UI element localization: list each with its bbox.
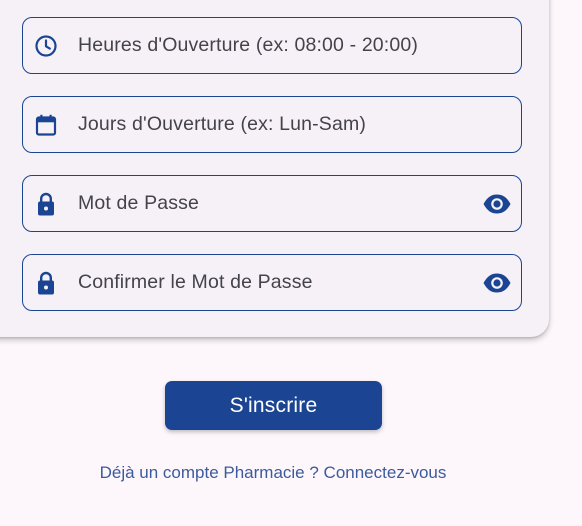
confirm-password-field[interactable]: Confirmer le Mot de Passe	[22, 254, 522, 311]
opening-hours-label: Heures d'Ouverture (ex: 08:00 - 20:00)	[78, 34, 419, 56]
opening-days-field[interactable]: Jours d'Ouverture (ex: Lun-Sam)	[22, 96, 522, 153]
eye-icon[interactable]	[482, 192, 512, 216]
register-button[interactable]: S'inscrire	[165, 381, 382, 430]
lock-icon	[34, 192, 58, 216]
password-field[interactable]: Mot de Passe	[22, 175, 522, 232]
registration-page: Heures d'Ouverture (ex: 08:00 - 20:00) J…	[0, 0, 582, 526]
opening-days-label: Jours d'Ouverture (ex: Lun-Sam)	[78, 113, 366, 135]
login-link[interactable]: Déjà un compte Pharmacie ? Connectez-vou…	[0, 463, 546, 483]
opening-hours-field[interactable]: Heures d'Ouverture (ex: 08:00 - 20:00)	[22, 17, 522, 74]
lock-icon	[34, 271, 58, 295]
eye-icon[interactable]	[482, 271, 512, 295]
calendar-icon	[34, 113, 58, 137]
password-label: Mot de Passe	[78, 192, 200, 214]
clock-icon	[34, 34, 58, 58]
confirm-password-label: Confirmer le Mot de Passe	[78, 271, 313, 293]
